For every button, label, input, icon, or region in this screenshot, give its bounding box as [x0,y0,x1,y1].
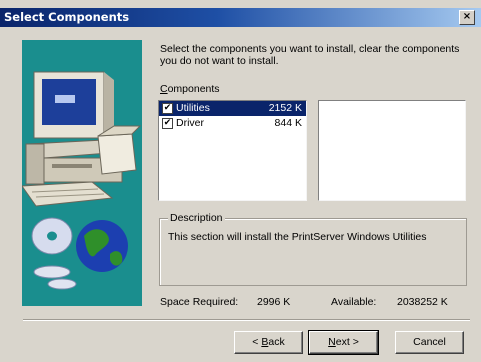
space-available-value: 2038252 K [397,296,448,308]
window-title: Select Components [4,10,130,24]
item-size: 844 K [274,117,302,129]
space-required-label: Space Required: [160,296,239,308]
item-size: 2152 K [268,102,302,114]
next-button[interactable]: Next > [308,330,379,355]
title-bar[interactable]: Select Components × [0,8,481,27]
instructions-text: Select the components you want to instal… [160,43,460,67]
back-button[interactable]: < Back [234,331,303,354]
list-item-driver[interactable]: ✔ Driver 844 K [159,116,306,131]
item-name: Driver [176,117,204,129]
back-prefix: < [252,336,262,348]
back-rest: ack [268,336,285,348]
close-button[interactable]: × [459,10,475,25]
subcomponents-panel [318,100,466,201]
next-rest: ext > [335,336,359,348]
space-available-label: Available: [331,296,377,308]
separator [23,319,470,321]
select-components-dialog: Select Components × Select the component… [0,0,481,362]
space-required-value: 2996 K [257,296,291,308]
cancel-button[interactable]: Cancel [395,331,464,354]
list-item-utilities[interactable]: ✔ Utilities 2152 K [159,101,306,116]
driver-checkbox[interactable]: ✔ [162,118,173,129]
computer-globe-icon [21,71,142,290]
components-label-rest: omponents [167,83,220,95]
components-label: Components [160,83,220,95]
description-group: Description This section will install th… [159,212,467,286]
item-name: Utilities [176,102,210,114]
setup-illustration [21,40,142,306]
components-list[interactable]: ✔ Utilities 2152 K ✔ Driver 844 K [158,100,307,201]
components-label-mnemonic: C [160,83,168,95]
description-text: This section will install the PrintServe… [168,231,427,243]
utilities-checkbox[interactable]: ✔ [162,103,173,114]
next-mnemonic: N [328,336,336,348]
description-title: Description [168,212,225,224]
close-icon: × [462,11,472,22]
